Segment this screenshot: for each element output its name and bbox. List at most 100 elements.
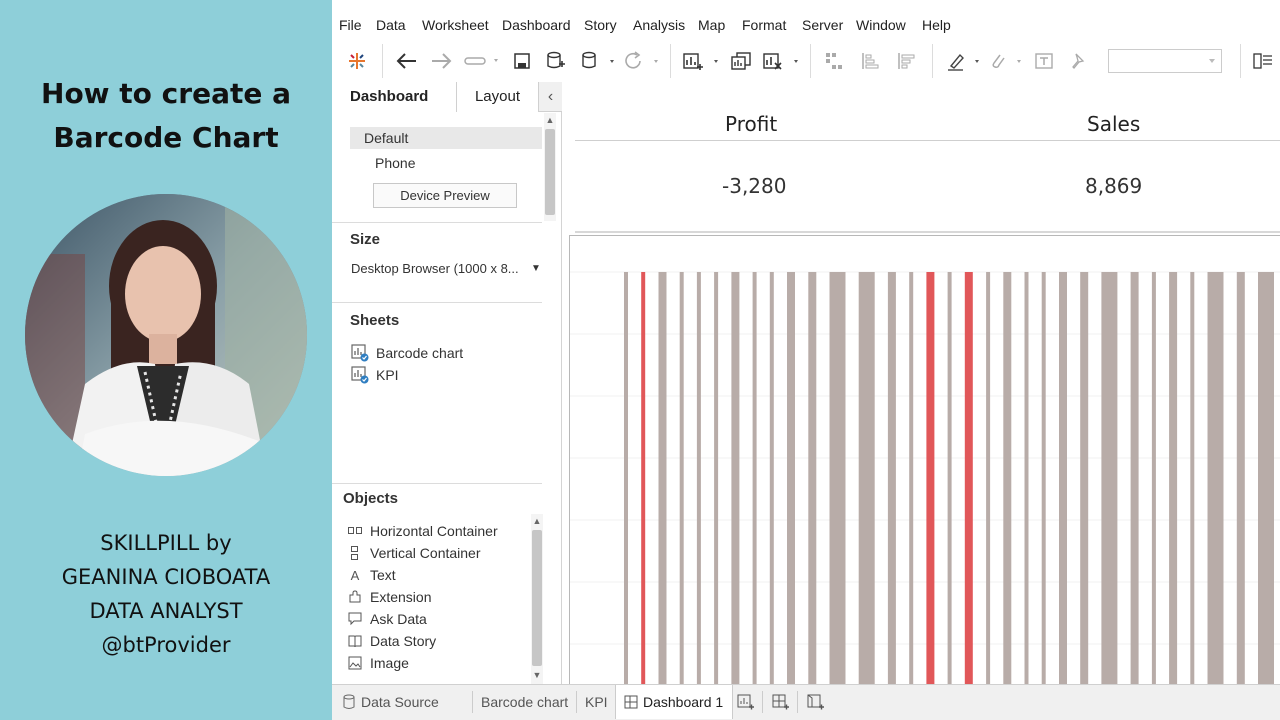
barcode-bar[interactable] bbox=[1236, 272, 1245, 684]
barcode-bar[interactable] bbox=[1003, 272, 1012, 684]
menu-map[interactable]: Map bbox=[698, 17, 725, 33]
menu-server[interactable]: Server bbox=[802, 17, 843, 33]
barcode-bar[interactable] bbox=[641, 272, 646, 684]
scroll-down-icon[interactable]: ▼ bbox=[531, 670, 543, 680]
barcode-bar[interactable] bbox=[1101, 272, 1118, 684]
swap-rows-columns-icon[interactable] bbox=[822, 48, 846, 74]
device-list-scrollbar[interactable]: ▲ bbox=[544, 113, 556, 221]
fit-dropdown[interactable] bbox=[1108, 48, 1222, 74]
object-extension[interactable]: Extension bbox=[347, 587, 431, 607]
tab-data-source[interactable]: Data Source bbox=[338, 685, 439, 719]
replay-icon[interactable] bbox=[462, 48, 502, 74]
scroll-up-icon[interactable]: ▲ bbox=[531, 516, 543, 526]
menu-format[interactable]: Format bbox=[742, 17, 786, 33]
refresh-icon[interactable] bbox=[622, 48, 662, 74]
new-worksheet-tab-icon[interactable] bbox=[734, 691, 758, 713]
device-default[interactable]: Default bbox=[350, 127, 542, 149]
undo-icon[interactable] bbox=[394, 48, 420, 74]
device-phone[interactable]: Phone bbox=[375, 152, 415, 174]
credit-line: @btProvider bbox=[101, 633, 231, 657]
size-dropdown[interactable]: Desktop Browser (1000 x 8... bbox=[351, 258, 541, 280]
tab-separator bbox=[762, 691, 763, 713]
tab-barcode-chart[interactable]: Barcode chart bbox=[481, 685, 568, 719]
group-members-icon[interactable] bbox=[986, 48, 1026, 74]
clear-sheet-icon[interactable] bbox=[760, 48, 802, 74]
menu-analysis[interactable]: Analysis bbox=[633, 17, 685, 33]
barcode-bar[interactable] bbox=[986, 272, 991, 684]
barcode-bar[interactable] bbox=[829, 272, 846, 684]
barcode-bar[interactable] bbox=[1130, 272, 1139, 684]
new-dashboard-tab-icon[interactable] bbox=[769, 691, 793, 713]
tab-kpi[interactable]: KPI bbox=[585, 685, 608, 719]
barcode-bar[interactable] bbox=[808, 272, 817, 684]
kpi-sheet[interactable]: Profit Sales -3,280 8,869 bbox=[575, 82, 1280, 233]
barcode-bar[interactable] bbox=[926, 272, 935, 684]
tab-layout[interactable]: Layout bbox=[456, 82, 539, 112]
menu-story[interactable]: Story bbox=[584, 17, 617, 33]
collapse-pane-icon[interactable]: ‹ bbox=[539, 82, 562, 112]
scroll-up-icon[interactable]: ▲ bbox=[544, 115, 556, 125]
barcode-bar[interactable] bbox=[1169, 272, 1178, 684]
barcode-bar[interactable] bbox=[714, 272, 719, 684]
redo-icon[interactable] bbox=[428, 48, 454, 74]
chevron-down-icon[interactable]: ▼ bbox=[531, 258, 541, 280]
barcode-bar[interactable] bbox=[947, 272, 952, 684]
object-text[interactable]: A Text bbox=[347, 565, 396, 585]
objects-scrollbar[interactable]: ▲ ▼ bbox=[531, 514, 543, 684]
scroll-thumb[interactable] bbox=[532, 530, 542, 666]
new-data-source-icon[interactable] bbox=[544, 48, 568, 74]
barcode-bar[interactable] bbox=[624, 272, 628, 684]
barcode-chart[interactable] bbox=[570, 236, 1280, 684]
barcode-bar[interactable] bbox=[1151, 272, 1156, 684]
barcode-bar[interactable] bbox=[964, 272, 973, 684]
object-ask-data[interactable]: Ask Data bbox=[347, 609, 427, 629]
barcode-bar[interactable] bbox=[787, 272, 795, 684]
new-story-tab-icon[interactable] bbox=[804, 691, 828, 713]
barcode-bar[interactable] bbox=[1041, 272, 1046, 684]
tab-dashboard-1[interactable]: Dashboard 1 bbox=[615, 685, 734, 719]
pause-updates-icon[interactable] bbox=[578, 48, 618, 74]
show-cards-icon[interactable] bbox=[1250, 48, 1276, 74]
sheet-item-barcode-chart[interactable]: Barcode chart bbox=[351, 343, 463, 363]
sort-ascending-icon[interactable] bbox=[858, 48, 882, 74]
tableau-logo-icon[interactable] bbox=[344, 48, 370, 74]
menu-worksheet[interactable]: Worksheet bbox=[422, 17, 489, 33]
barcode-bar[interactable] bbox=[679, 272, 684, 684]
menu-data[interactable]: Data bbox=[376, 17, 406, 33]
object-image[interactable]: Image bbox=[347, 653, 409, 673]
save-icon[interactable] bbox=[510, 48, 534, 74]
barcode-bar[interactable] bbox=[1207, 272, 1224, 684]
barcode-bar[interactable] bbox=[696, 272, 701, 684]
scroll-thumb[interactable] bbox=[545, 129, 555, 215]
sheet-item-kpi[interactable]: KPI bbox=[351, 365, 399, 385]
barcode-bar[interactable] bbox=[909, 272, 914, 684]
show-mark-labels-icon[interactable] bbox=[1032, 48, 1056, 74]
barcode-bar[interactable] bbox=[858, 272, 875, 684]
tab-dashboard[interactable]: Dashboard bbox=[332, 82, 456, 112]
barcode-bar[interactable] bbox=[887, 272, 896, 684]
barcode-bar[interactable] bbox=[1190, 272, 1195, 684]
device-preview-button[interactable]: Device Preview bbox=[373, 183, 517, 208]
new-worksheet-icon[interactable] bbox=[680, 48, 722, 74]
barcode-bar[interactable] bbox=[658, 272, 667, 684]
barcode-bar[interactable] bbox=[1024, 272, 1029, 684]
barcode-bar[interactable] bbox=[1059, 272, 1067, 684]
object-horizontal-container[interactable]: Horizontal Container bbox=[347, 521, 498, 541]
barcode-bar[interactable] bbox=[1258, 272, 1274, 684]
barcode-bar[interactable] bbox=[752, 272, 757, 684]
menu-dashboard[interactable]: Dashboard bbox=[502, 17, 571, 33]
object-data-story[interactable]: Data Story bbox=[347, 631, 436, 651]
highlight-icon[interactable] bbox=[944, 48, 984, 74]
barcode-chart-sheet[interactable] bbox=[569, 235, 1280, 684]
barcode-bar[interactable] bbox=[731, 272, 740, 684]
sort-descending-icon[interactable] bbox=[894, 48, 918, 74]
menu-help[interactable]: Help bbox=[922, 17, 951, 33]
duplicate-sheet-icon[interactable] bbox=[728, 48, 754, 74]
object-vertical-container[interactable]: Vertical Container bbox=[347, 543, 481, 563]
toolbar-separator bbox=[1240, 44, 1241, 78]
menu-file[interactable]: File bbox=[339, 17, 362, 33]
barcode-bar[interactable] bbox=[1080, 272, 1089, 684]
barcode-bar[interactable] bbox=[769, 272, 774, 684]
fix-axes-icon[interactable] bbox=[1066, 48, 1090, 74]
menu-window[interactable]: Window bbox=[856, 17, 906, 33]
